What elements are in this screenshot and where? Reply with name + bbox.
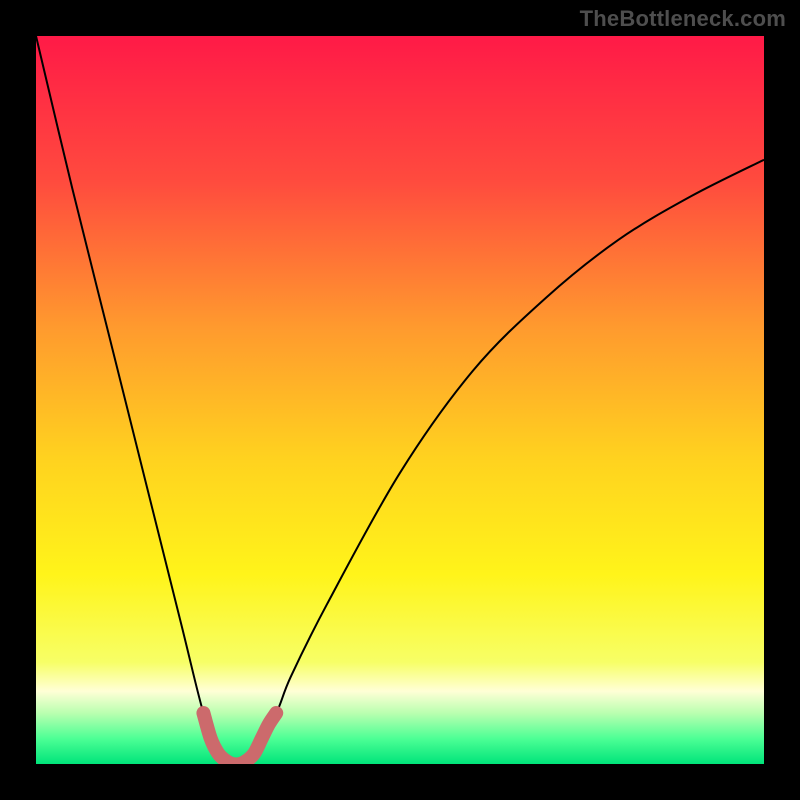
chart-frame: TheBottleneck.com xyxy=(0,0,800,800)
bottleneck-chart xyxy=(36,36,764,764)
gradient-background xyxy=(36,36,764,764)
plot-area xyxy=(36,36,764,764)
watermark-text: TheBottleneck.com xyxy=(580,6,786,32)
